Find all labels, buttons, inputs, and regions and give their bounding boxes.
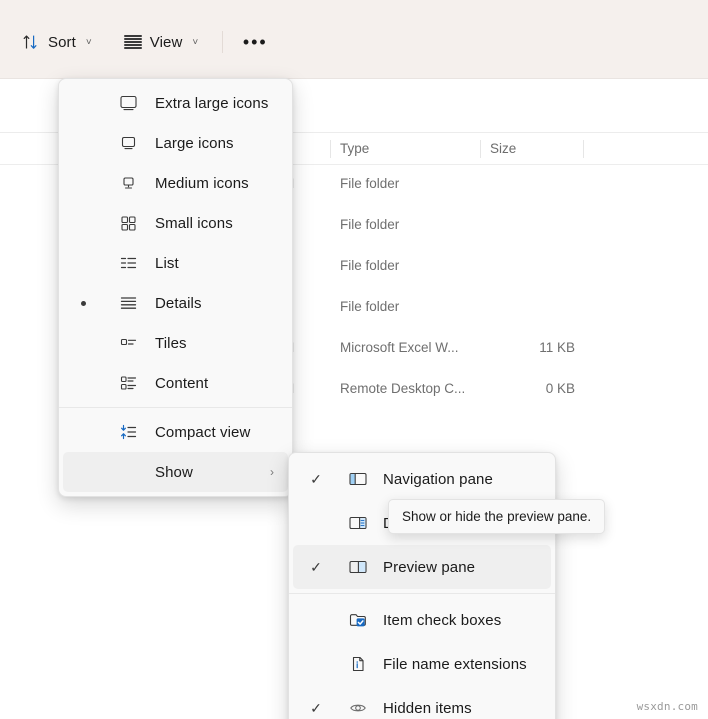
compact-view-icon	[117, 422, 139, 442]
row-size: 0 KB	[545, 381, 575, 396]
menu-item-tiles[interactable]: Tiles	[63, 323, 288, 363]
view-menu-flyout: Extra large icons Large icons Medium ico…	[58, 78, 293, 497]
preview-pane-icon	[347, 557, 369, 577]
see-more-button[interactable]: •••	[237, 26, 273, 58]
file-explorer-window: Sort ˅ View ˅ ••• Type Size File folder …	[0, 0, 708, 719]
column-divider	[480, 140, 481, 158]
menu-item-navigation-pane[interactable]: ✓ Navigation pane	[293, 457, 551, 501]
monitor-m-icon	[117, 173, 139, 193]
menu-separator	[289, 593, 555, 594]
row-type: File folder	[340, 258, 400, 273]
tooltip-text: Show or hide the preview pane.	[402, 509, 592, 524]
menu-item-large-icons[interactable]: Large icons	[63, 123, 288, 163]
menu-item-label: List	[155, 254, 179, 272]
details-pane-icon	[347, 513, 369, 533]
menu-item-label: Item check boxes	[383, 611, 502, 629]
menu-item-label: Extra large icons	[155, 94, 269, 112]
menu-item-medium-icons[interactable]: Medium icons	[63, 163, 288, 203]
row-type: File folder	[340, 299, 400, 314]
check-icon: ✓	[310, 699, 322, 716]
column-divider	[330, 140, 331, 158]
menu-item-label: Details	[155, 294, 202, 312]
menu-item-label: Tiles	[155, 334, 187, 352]
menu-item-item-check-boxes[interactable]: Item check boxes	[293, 598, 551, 642]
menu-item-label: Show	[155, 463, 193, 481]
menu-item-label: Small icons	[155, 214, 233, 232]
nav-pane-icon	[347, 469, 369, 489]
menu-item-content[interactable]: Content	[63, 363, 288, 403]
monitor-l-icon	[117, 133, 139, 153]
hidden-items-eye-icon	[347, 698, 369, 718]
menu-item-label: Navigation pane	[383, 470, 493, 488]
column-header-size[interactable]: Size	[490, 141, 516, 156]
view-button-label: View	[149, 33, 183, 51]
menu-item-small-icons[interactable]: Small icons	[63, 203, 288, 243]
menu-item-label: Hidden items	[383, 699, 472, 717]
column-divider	[583, 140, 584, 158]
menu-item-extra-large-icons[interactable]: Extra large icons	[63, 83, 288, 123]
menu-item-details[interactable]: Details	[63, 283, 288, 323]
menu-item-file-name-extensions[interactable]: File name extensions	[293, 642, 551, 686]
command-bar: Sort ˅ View ˅ •••	[0, 0, 708, 78]
menu-item-label: Medium icons	[155, 174, 249, 192]
check-icon: ✓	[310, 558, 322, 575]
row-type: File folder	[340, 176, 400, 191]
chevron-right-icon: ›	[270, 465, 274, 479]
menu-item-compact-view[interactable]: Compact view	[63, 412, 288, 452]
toolbar-divider	[222, 31, 224, 53]
column-header-type[interactable]: Type	[340, 141, 369, 156]
watermark: wsxdn.com	[636, 700, 698, 713]
menu-separator	[59, 407, 292, 408]
view-button[interactable]: View ˅	[114, 26, 209, 58]
sort-button-label: Sort	[48, 33, 76, 51]
menu-item-list[interactable]: List	[63, 243, 288, 283]
chevron-down-icon: ˅	[85, 36, 92, 48]
menu-item-hidden-items[interactable]: ✓ Hidden items	[293, 686, 551, 719]
item-check-boxes-icon	[347, 610, 369, 630]
sort-button[interactable]: Sort ˅	[12, 26, 102, 58]
tiles-icon	[117, 333, 139, 353]
sort-arrows-icon	[22, 33, 40, 51]
row-size: 11 KB	[539, 340, 575, 355]
grid-small-icon	[117, 213, 139, 233]
show-submenu-flyout: ✓ Navigation pane Details pane	[288, 452, 556, 719]
menu-item-preview-pane[interactable]: ✓ Preview pane	[293, 545, 551, 589]
details-lines-icon	[117, 293, 139, 313]
content-icon	[117, 373, 139, 393]
menu-item-label: Large icons	[155, 134, 234, 152]
list-icon	[117, 253, 139, 273]
file-extension-icon	[347, 654, 369, 674]
monitor-xl-icon	[117, 93, 139, 113]
row-type: File folder	[340, 217, 400, 232]
check-icon: ✓	[310, 470, 322, 487]
menu-item-label: Content	[155, 374, 209, 392]
menu-item-label: File name extensions	[383, 655, 527, 673]
chevron-down-icon: ˅	[192, 36, 199, 48]
menu-item-label: Preview pane	[383, 558, 476, 576]
menu-item-show[interactable]: Show ›	[63, 452, 288, 492]
view-lines-icon	[123, 35, 142, 49]
menu-item-label: Compact view	[155, 423, 251, 441]
selected-bullet-icon	[81, 300, 86, 306]
tooltip: Show or hide the preview pane.	[388, 499, 606, 534]
